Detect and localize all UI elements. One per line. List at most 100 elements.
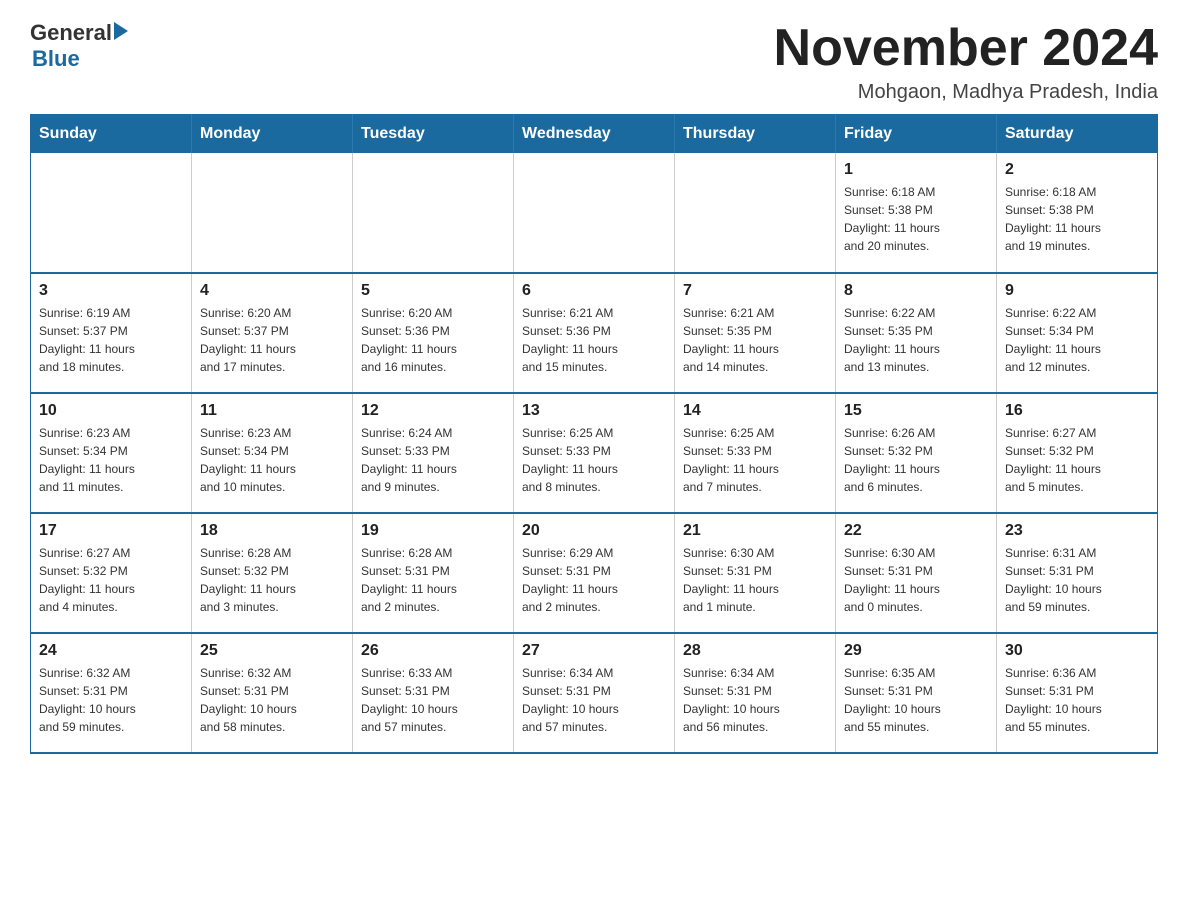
day-number: 4: [200, 282, 344, 300]
day-info: Sunrise: 6:18 AM Sunset: 5:38 PM Dayligh…: [1005, 183, 1149, 255]
table-row: 28 Sunrise: 6:34 AM Sunset: 5:31 PM Dayli…: [675, 633, 836, 753]
table-row: 21Sunrise: 6:30 AM Sunset: 5:31 PM Dayli…: [675, 513, 836, 633]
day-info: Sunrise: 6:21 AM Sunset: 5:35 PM Dayligh…: [683, 304, 827, 376]
table-row: 23 Sunrise: 6:31 AM Sunset: 5:31 PM Dayli…: [997, 513, 1158, 633]
table-row: [31, 153, 192, 273]
day-info: Sunrise: 6:28 AM Sunset: 5:32 PM Dayligh…: [200, 544, 344, 616]
table-row: 30Sunrise: 6:36 AM Sunset: 5:31 PM Dayli…: [997, 633, 1158, 753]
day-info: Sunrise: 6:34 AM Sunset: 5:31 PM Dayligh…: [522, 664, 666, 736]
table-row: [675, 153, 836, 273]
day-info: Sunrise: 6:21 AM Sunset: 5:36 PM Dayligh…: [522, 304, 666, 376]
day-number: 22: [844, 522, 988, 540]
calendar-week-row: 10 Sunrise: 6:23 AM Sunset: 5:34 PM Dayli…: [31, 393, 1158, 513]
table-row: [353, 153, 514, 273]
table-row: 3 Sunrise: 6:19 AM Sunset: 5:37 PM Daylig…: [31, 273, 192, 393]
day-info: Sunrise: 6:20 AM Sunset: 5:36 PM Dayligh…: [361, 304, 505, 376]
header-monday: Monday: [192, 115, 353, 154]
day-number: 16: [1005, 402, 1149, 420]
day-info: Sunrise: 6:26 AM Sunset: 5:32 PM Dayligh…: [844, 424, 988, 496]
day-number: 5: [361, 282, 505, 300]
day-info: Sunrise: 6:22 AM Sunset: 5:34 PM Dayligh…: [1005, 304, 1149, 376]
day-number: 17: [39, 522, 183, 540]
day-info: Sunrise: 6:23 AM Sunset: 5:34 PM Dayligh…: [39, 424, 183, 496]
day-info: Sunrise: 6:24 AM Sunset: 5:33 PM Dayligh…: [361, 424, 505, 496]
header-saturday: Saturday: [997, 115, 1158, 154]
header-tuesday: Tuesday: [353, 115, 514, 154]
table-row: 12 Sunrise: 6:24 AM Sunset: 5:33 PM Dayli…: [353, 393, 514, 513]
logo-blue-text: Blue: [32, 46, 80, 72]
day-number: 7: [683, 282, 827, 300]
table-row: 29 Sunrise: 6:35 AM Sunset: 5:31 PM Dayli…: [836, 633, 997, 753]
day-number: 11: [200, 402, 344, 420]
table-row: 13 Sunrise: 6:25 AM Sunset: 5:33 PM Dayli…: [514, 393, 675, 513]
logo-triangle-icon: [114, 22, 128, 40]
day-number: 26: [361, 642, 505, 660]
logo-general-text: General: [30, 20, 112, 46]
day-number: 14: [683, 402, 827, 420]
table-row: 19 Sunrise: 6:28 AM Sunset: 5:31 PM Dayli…: [353, 513, 514, 633]
day-number: 13: [522, 402, 666, 420]
day-info: Sunrise: 6:30 AM Sunset: 5:31 PM Dayligh…: [683, 544, 827, 616]
calendar-table: Sunday Monday Tuesday Wednesday Thursday…: [30, 114, 1158, 754]
day-info: Sunrise: 6:23 AM Sunset: 5:34 PM Dayligh…: [200, 424, 344, 496]
table-row: 9 Sunrise: 6:22 AM Sunset: 5:34 PM Daylig…: [997, 273, 1158, 393]
day-number: 8: [844, 282, 988, 300]
table-row: 10 Sunrise: 6:23 AM Sunset: 5:34 PM Dayli…: [31, 393, 192, 513]
day-info: Sunrise: 6:25 AM Sunset: 5:33 PM Dayligh…: [683, 424, 827, 496]
table-row: 4 Sunrise: 6:20 AM Sunset: 5:37 PM Daylig…: [192, 273, 353, 393]
day-info: Sunrise: 6:34 AM Sunset: 5:31 PM Dayligh…: [683, 664, 827, 736]
weekday-header-row: Sunday Monday Tuesday Wednesday Thursday…: [31, 115, 1158, 154]
day-info: Sunrise: 6:30 AM Sunset: 5:31 PM Dayligh…: [844, 544, 988, 616]
day-number: 19: [361, 522, 505, 540]
day-info: Sunrise: 6:27 AM Sunset: 5:32 PM Dayligh…: [39, 544, 183, 616]
table-row: 16 Sunrise: 6:27 AM Sunset: 5:32 PM Dayli…: [997, 393, 1158, 513]
title-area: November 2024 Mohgaon, Madhya Pradesh, I…: [774, 20, 1158, 104]
table-row: 27 Sunrise: 6:34 AM Sunset: 5:31 PM Dayli…: [514, 633, 675, 753]
table-row: 8 Sunrise: 6:22 AM Sunset: 5:35 PM Daylig…: [836, 273, 997, 393]
table-row: 7 Sunrise: 6:21 AM Sunset: 5:35 PM Daylig…: [675, 273, 836, 393]
day-number: 29: [844, 642, 988, 660]
day-info: Sunrise: 6:25 AM Sunset: 5:33 PM Dayligh…: [522, 424, 666, 496]
table-row: 24Sunrise: 6:32 AM Sunset: 5:31 PM Dayli…: [31, 633, 192, 753]
day-number: 25: [200, 642, 344, 660]
day-number: 1: [844, 161, 988, 179]
header-wednesday: Wednesday: [514, 115, 675, 154]
table-row: 17 Sunrise: 6:27 AM Sunset: 5:32 PM Dayli…: [31, 513, 192, 633]
day-info: Sunrise: 6:20 AM Sunset: 5:37 PM Dayligh…: [200, 304, 344, 376]
day-info: Sunrise: 6:29 AM Sunset: 5:31 PM Dayligh…: [522, 544, 666, 616]
table-row: 18 Sunrise: 6:28 AM Sunset: 5:32 PM Dayli…: [192, 513, 353, 633]
day-number: 28: [683, 642, 827, 660]
table-row: 2 Sunrise: 6:18 AM Sunset: 5:38 PM Daylig…: [997, 153, 1158, 273]
day-info: Sunrise: 6:28 AM Sunset: 5:31 PM Dayligh…: [361, 544, 505, 616]
day-number: 27: [522, 642, 666, 660]
day-info: Sunrise: 6:35 AM Sunset: 5:31 PM Dayligh…: [844, 664, 988, 736]
header-thursday: Thursday: [675, 115, 836, 154]
day-info: Sunrise: 6:22 AM Sunset: 5:35 PM Dayligh…: [844, 304, 988, 376]
day-number: 12: [361, 402, 505, 420]
day-number: 9: [1005, 282, 1149, 300]
day-number: 6: [522, 282, 666, 300]
day-number: 3: [39, 282, 183, 300]
day-number: 18: [200, 522, 344, 540]
table-row: [514, 153, 675, 273]
day-number: 10: [39, 402, 183, 420]
day-number: 24: [39, 642, 183, 660]
day-info: Sunrise: 6:27 AM Sunset: 5:32 PM Dayligh…: [1005, 424, 1149, 496]
table-row: 25Sunrise: 6:32 AM Sunset: 5:31 PM Dayli…: [192, 633, 353, 753]
table-row: 6 Sunrise: 6:21 AM Sunset: 5:36 PM Daylig…: [514, 273, 675, 393]
table-row: [192, 153, 353, 273]
day-number: 23: [1005, 522, 1149, 540]
table-row: 15Sunrise: 6:26 AM Sunset: 5:32 PM Dayli…: [836, 393, 997, 513]
day-info: Sunrise: 6:33 AM Sunset: 5:31 PM Dayligh…: [361, 664, 505, 736]
table-row: 5 Sunrise: 6:20 AM Sunset: 5:36 PM Daylig…: [353, 273, 514, 393]
day-info: Sunrise: 6:31 AM Sunset: 5:31 PM Dayligh…: [1005, 544, 1149, 616]
day-number: 2: [1005, 161, 1149, 179]
table-row: 26 Sunrise: 6:33 AM Sunset: 5:31 PM Dayli…: [353, 633, 514, 753]
header: General Blue November 2024 Mohgaon, Madh…: [30, 20, 1158, 104]
table-row: 14 Sunrise: 6:25 AM Sunset: 5:33 PM Dayli…: [675, 393, 836, 513]
calendar-week-row: 17 Sunrise: 6:27 AM Sunset: 5:32 PM Dayli…: [31, 513, 1158, 633]
table-row: 20Sunrise: 6:29 AM Sunset: 5:31 PM Dayli…: [514, 513, 675, 633]
logo: General Blue: [30, 20, 128, 72]
day-info: Sunrise: 6:19 AM Sunset: 5:37 PM Dayligh…: [39, 304, 183, 376]
day-number: 30: [1005, 642, 1149, 660]
